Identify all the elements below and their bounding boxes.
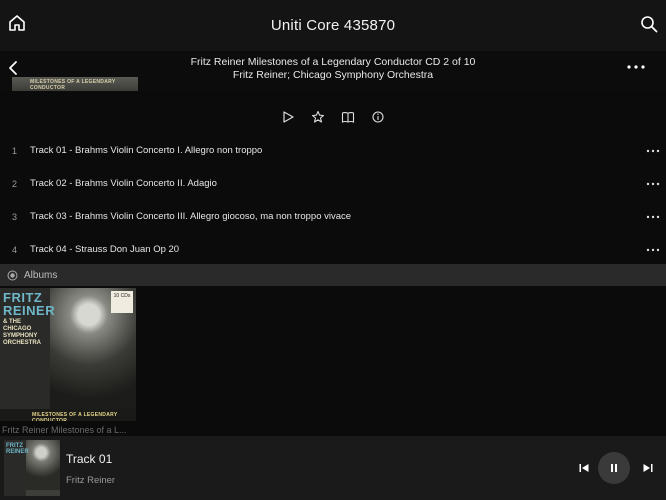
track-more-icon[interactable] <box>646 148 660 154</box>
album-header: MILESTONES OF A LEGENDARY CONDUCTOR Frit… <box>0 51 666 91</box>
thumb-photo <box>26 440 60 490</box>
now-playing-artist: Fritz Reiner <box>66 475 116 486</box>
albums-section-header: Albums <box>0 264 666 286</box>
cover-badge: 10 CDs <box>111 291 133 313</box>
track-number: 4 <box>12 244 18 255</box>
track-row[interactable]: 3 Track 03 - Brahms Violin Concerto III.… <box>0 200 666 233</box>
play-icon[interactable] <box>281 110 295 124</box>
album-artists: Fritz Reiner; Chicago Symphony Orchestra <box>232 69 434 81</box>
info-icon[interactable] <box>371 110 385 124</box>
track-more-icon[interactable] <box>646 181 660 187</box>
track-number: 2 <box>12 178 18 189</box>
track-row[interactable]: 4 Track 04 - Strauss Don Juan Op 20 <box>0 233 666 266</box>
album-cover[interactable]: FRITZ REINER & THE CHICAGO SYMPHONY ORCH… <box>0 288 136 421</box>
album-actions <box>0 108 666 126</box>
track-number: 3 <box>12 211 18 222</box>
track-name: Track 02 - Brahms Violin Concerto II. Ad… <box>30 178 217 189</box>
track-name: Track 03 - Brahms Violin Concerto III. A… <box>30 211 352 222</box>
track-name: Track 04 - Strauss Don Juan Op 20 <box>30 244 180 255</box>
track-name: Track 01 - Brahms Violin Concerto I. All… <box>30 145 263 156</box>
now-playing-cover[interactable]: FRITZ REINER <box>4 440 60 496</box>
pause-icon <box>611 464 617 472</box>
cover-strip: MILESTONES OF A LEGENDARY CONDUCTOR <box>0 409 136 421</box>
track-row[interactable]: 2 Track 02 - Brahms Violin Concerto II. … <box>0 167 666 200</box>
track-row[interactable]: 1 Track 01 - Brahms Violin Concerto I. A… <box>0 134 666 167</box>
thumb-title: FRITZ REINER <box>6 443 29 455</box>
now-playing-title: Track 01 <box>66 452 113 466</box>
album-caption[interactable]: Fritz Reiner Milestones of a L... <box>2 425 127 435</box>
cover-text: FRITZ REINER & THE CHICAGO SYMPHONY ORCH… <box>3 290 56 347</box>
next-track-icon[interactable] <box>642 462 654 474</box>
home-icon[interactable] <box>8 14 26 32</box>
section-label: Albums <box>24 269 58 281</box>
search-icon[interactable] <box>640 15 658 33</box>
track-more-icon[interactable] <box>646 214 660 220</box>
previous-track-icon[interactable] <box>578 462 590 474</box>
album-disc-icon <box>7 270 18 280</box>
pause-button[interactable] <box>598 452 630 484</box>
favourite-star-icon[interactable] <box>311 110 325 124</box>
top-bar: Uniti Core 435870 <box>0 0 666 51</box>
cover-strip-label: MILESTONES OF A LEGENDARY CONDUCTOR <box>32 412 118 421</box>
cover-title: FRITZ REINER <box>3 290 56 318</box>
cover-subtitle: & THE CHICAGO SYMPHONY ORCHESTRA <box>3 319 42 346</box>
album-title: Fritz Reiner Milestones of a Legendary C… <box>190 56 476 68</box>
more-options-icon[interactable] <box>626 62 646 72</box>
now-playing-bar: FRITZ REINER Track 01 Fritz Reiner <box>0 436 666 500</box>
track-number: 1 <box>12 145 18 156</box>
track-list: 1 Track 01 - Brahms Violin Concerto I. A… <box>0 134 666 266</box>
book-icon[interactable] <box>341 110 355 124</box>
track-more-icon[interactable] <box>646 247 660 253</box>
device-title: Uniti Core 435870 <box>270 17 396 34</box>
